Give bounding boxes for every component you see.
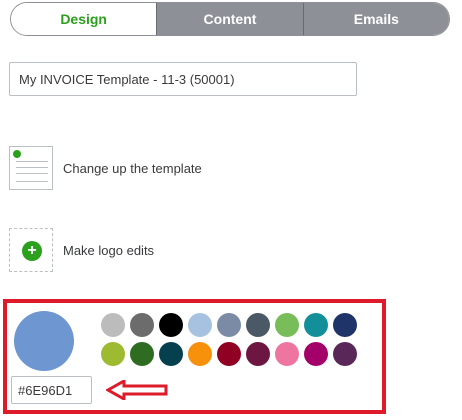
tab-content[interactable]: Content (156, 3, 303, 35)
add-logo-icon: + (9, 228, 53, 272)
color-swatch[interactable] (159, 342, 183, 366)
color-swatch[interactable] (246, 342, 270, 366)
color-swatch[interactable] (159, 313, 183, 337)
color-swatch[interactable] (275, 342, 299, 366)
color-swatch[interactable] (333, 342, 357, 366)
color-swatch[interactable] (130, 313, 154, 337)
color-picker-panel (3, 299, 386, 414)
color-swatch[interactable] (217, 342, 241, 366)
color-swatch[interactable] (130, 342, 154, 366)
color-palette (101, 313, 357, 366)
tab-design[interactable]: Design (11, 3, 157, 35)
color-swatch[interactable] (304, 342, 328, 366)
selected-color-preview (14, 311, 74, 371)
tab-emails[interactable]: Emails (302, 3, 449, 35)
template-line (16, 181, 48, 182)
template-line (16, 167, 48, 168)
change-template-option[interactable]: Change up the template (9, 146, 202, 190)
logo-edits-label: Make logo edits (63, 242, 155, 258)
color-swatch[interactable] (246, 313, 270, 337)
color-swatch[interactable] (304, 313, 328, 337)
template-name-input[interactable] (9, 62, 357, 96)
color-swatch[interactable] (101, 313, 125, 337)
color-swatch[interactable] (188, 342, 212, 366)
change-template-label: Change up the template (63, 160, 202, 176)
editor-tabs: Design Content Emails (10, 2, 450, 36)
template-dot (13, 150, 21, 158)
template-line (16, 161, 48, 162)
color-swatch[interactable] (275, 313, 299, 337)
template-thumbnail-icon (9, 146, 53, 190)
pointer-arrow-icon (106, 380, 168, 400)
plus-icon: + (22, 241, 42, 261)
color-swatch[interactable] (101, 342, 125, 366)
hex-color-input[interactable] (11, 376, 92, 404)
color-swatch[interactable] (188, 313, 212, 337)
color-swatch[interactable] (217, 313, 241, 337)
logo-edits-option[interactable]: + Make logo edits (9, 228, 154, 272)
color-swatch[interactable] (333, 313, 357, 337)
template-line (16, 173, 48, 174)
